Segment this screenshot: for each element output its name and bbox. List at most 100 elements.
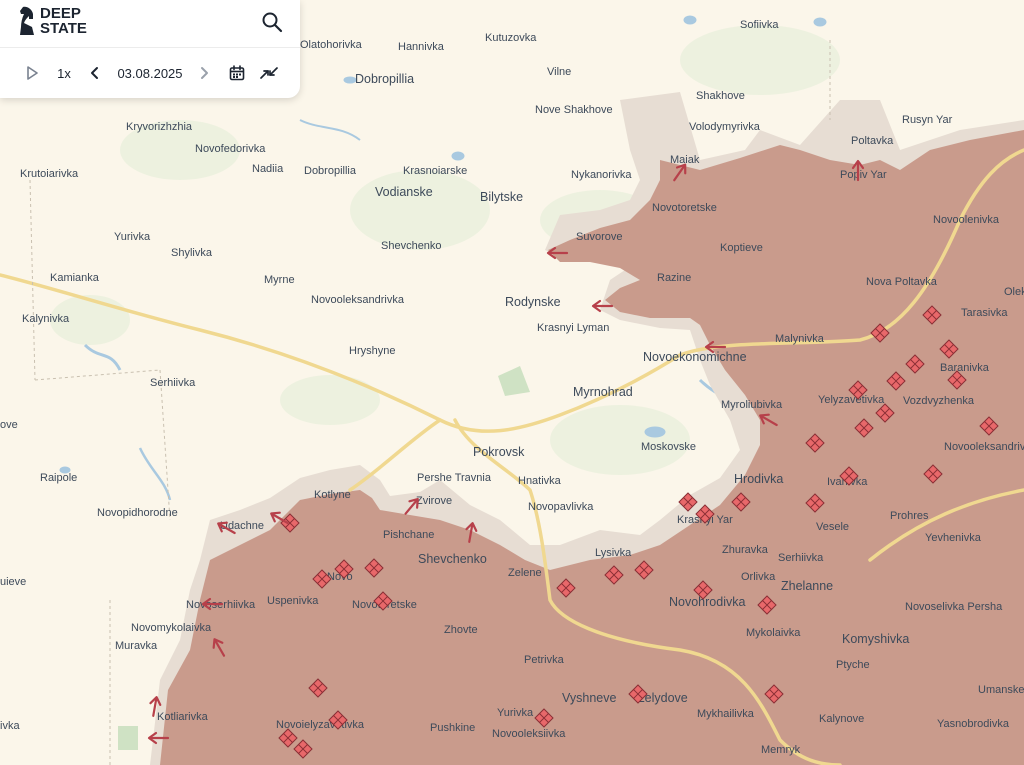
place-label: Poltavka xyxy=(851,135,894,147)
logo[interactable]: DEEP STATE xyxy=(18,5,87,37)
place-label: Nykanorivka xyxy=(571,169,632,181)
place-label: Vyshneve xyxy=(562,691,616,705)
place-label: Hrodivka xyxy=(734,472,783,486)
place-label: Kutuzovka xyxy=(485,32,537,44)
place-label: Dobropillia xyxy=(355,72,414,86)
search-button[interactable] xyxy=(261,11,283,33)
place-label: Zelene xyxy=(508,567,542,579)
place-label: Novooleksandrivka xyxy=(311,294,405,306)
place-label: Zhuravka xyxy=(722,544,769,556)
place-label: Novoielyzavetivka xyxy=(276,719,365,731)
place-label: Novofedorivka xyxy=(195,143,266,155)
place-label: Nadiia xyxy=(252,163,284,175)
panel-divider xyxy=(0,47,300,48)
place-label: Bilytske xyxy=(480,190,523,204)
date-display[interactable]: 03.08.2025 xyxy=(110,62,190,84)
map-canvas[interactable]: Hannivka Kutuzovka Sofiivka Olatohorivka… xyxy=(0,0,1024,765)
place-label: Komyshivka xyxy=(842,632,909,646)
place-label: Hryshyne xyxy=(349,345,395,357)
logo-line-2: STATE xyxy=(40,20,87,37)
place-label: Lysivka xyxy=(595,547,632,559)
place-label: Memryk xyxy=(761,744,801,756)
compare-arrows-icon xyxy=(260,67,278,79)
place-label: Moskovske xyxy=(641,441,696,453)
place-label: Razine xyxy=(657,272,691,284)
place-label: Yurivka xyxy=(497,707,534,719)
compare-button[interactable] xyxy=(257,62,281,84)
place-label: Prohres xyxy=(890,510,929,522)
place-label: Krutoiarivka xyxy=(20,168,79,180)
place-label: Dobropillia xyxy=(304,165,357,177)
calendar-icon xyxy=(229,65,245,81)
place-label: Myrnohrad xyxy=(573,385,633,399)
place-label: Kalynove xyxy=(819,713,864,725)
place-label: Koptieve xyxy=(720,242,763,254)
place-label: Rusyn Yar xyxy=(902,114,953,126)
place-label: Novoselivka Persha xyxy=(905,601,1003,613)
place-label: Rodynske xyxy=(505,295,561,309)
place-label: Nove Shakhove xyxy=(535,104,613,116)
search-icon xyxy=(262,12,283,33)
place-label: Novotoretske xyxy=(652,202,717,214)
place-label: Tarasivka xyxy=(961,307,1008,319)
speed-button[interactable]: 1x xyxy=(52,62,76,84)
place-label: Kryvorizhzhia xyxy=(126,121,193,133)
place-label: ivka xyxy=(0,720,20,732)
place-label: Orlivka xyxy=(741,571,776,583)
place-label: Ptyche xyxy=(836,659,870,671)
place-label: Malynivka xyxy=(775,333,825,345)
place-label: Zvirove xyxy=(416,495,452,507)
place-label: Hannivka xyxy=(398,41,445,53)
place-label: Pokrovsk xyxy=(473,445,525,459)
place-label: uieve xyxy=(0,576,26,588)
place-label: Myroliubivka xyxy=(721,399,783,411)
place-label: Petrivka xyxy=(524,654,565,666)
place-label: Umanske xyxy=(978,684,1024,696)
knight-logo-icon xyxy=(20,6,34,35)
place-label: Kamianka xyxy=(50,272,100,284)
place-label: Vilne xyxy=(547,66,571,78)
place-label: Yelyzavetivka xyxy=(818,394,885,406)
place-label: Novohrodivka xyxy=(669,595,745,609)
calendar-button[interactable] xyxy=(226,62,248,84)
place-label: Novopavlivka xyxy=(528,501,594,513)
place-label: ove xyxy=(0,419,18,431)
next-date-button[interactable] xyxy=(195,62,213,84)
place-label: Shakhove xyxy=(696,90,745,102)
place-label: Vesele xyxy=(816,521,849,533)
place-label: Vozdvyzhenka xyxy=(903,395,975,407)
place-label: Uspenivka xyxy=(267,595,319,607)
place-label: Sofiivka xyxy=(740,19,779,31)
place-label: Yurivka xyxy=(114,231,151,243)
place-label: Kotliarivka xyxy=(157,711,209,723)
place-label: Pershe Travnia xyxy=(417,472,492,484)
place-label: Myrne xyxy=(264,274,295,286)
place-label: Zhelanne xyxy=(781,579,833,593)
place-label: Mykolaivka xyxy=(746,627,801,639)
place-label: Novooleksandrivka xyxy=(944,441,1024,453)
place-label: Yevhenivka xyxy=(925,532,982,544)
place-label: Pushkine xyxy=(430,722,475,734)
place-label: Olatohorivka xyxy=(300,39,363,51)
place-label: Zhovte xyxy=(444,624,478,636)
place-label: Novoekonomichne xyxy=(643,350,747,364)
place-label: Novooleksiivka xyxy=(492,728,566,740)
prev-date-button[interactable] xyxy=(86,62,104,84)
place-label: Pishchane xyxy=(383,529,434,541)
place-label: Kalynivka xyxy=(22,313,70,325)
place-label: Olek xyxy=(1004,286,1024,298)
place-label: Novoolenivka xyxy=(933,214,1000,226)
play-icon xyxy=(27,66,38,80)
place-label: Baranivka xyxy=(940,362,990,374)
place-label: Nova Poltavka xyxy=(866,276,938,288)
place-label: Volodymyrivka xyxy=(689,121,761,133)
play-button[interactable] xyxy=(22,62,42,84)
chevron-right-icon xyxy=(201,67,208,79)
control-panel: DEEP STATE 1x 03.08.2025 xyxy=(0,0,300,98)
place-label: Mykhailivka xyxy=(697,708,755,720)
place-label: Shevchenko xyxy=(381,240,442,252)
place-label: Muravka xyxy=(115,640,158,652)
place-label: Serhiivka xyxy=(778,552,824,564)
place-label: Krasnoiarske xyxy=(403,165,467,177)
place-label: Shylivka xyxy=(171,247,213,259)
